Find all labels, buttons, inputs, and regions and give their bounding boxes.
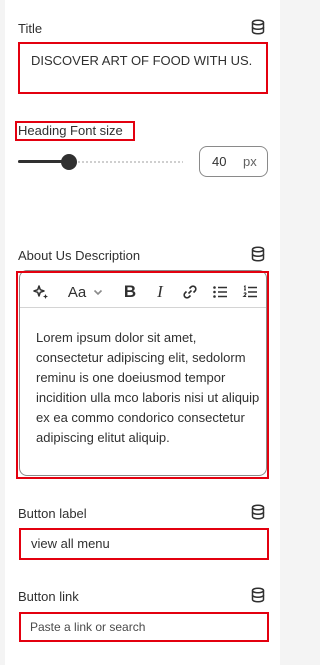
highlight-box bbox=[19, 528, 269, 560]
font-size-slider[interactable] bbox=[18, 152, 183, 172]
title-label: Title bbox=[18, 21, 43, 36]
database-icon[interactable] bbox=[251, 246, 265, 262]
highlight-box bbox=[16, 271, 269, 479]
about-description-label: About Us Description bbox=[18, 248, 141, 263]
highlight-box bbox=[15, 121, 135, 141]
database-icon[interactable] bbox=[251, 19, 265, 35]
settings-panel: Title DISCOVER ART OF FOOD WITH US. Head… bbox=[5, 0, 280, 665]
font-size-value: 40 bbox=[212, 154, 227, 169]
font-size-input[interactable]: 40 px bbox=[199, 146, 268, 177]
highlight-box bbox=[19, 612, 269, 642]
slider-thumb[interactable] bbox=[61, 154, 77, 170]
highlight-box bbox=[18, 42, 268, 94]
button-label-label: Button label bbox=[18, 506, 87, 521]
database-icon[interactable] bbox=[251, 587, 265, 603]
button-link-label: Button link bbox=[18, 589, 79, 604]
font-size-unit: px bbox=[243, 154, 257, 169]
database-icon[interactable] bbox=[251, 504, 265, 520]
